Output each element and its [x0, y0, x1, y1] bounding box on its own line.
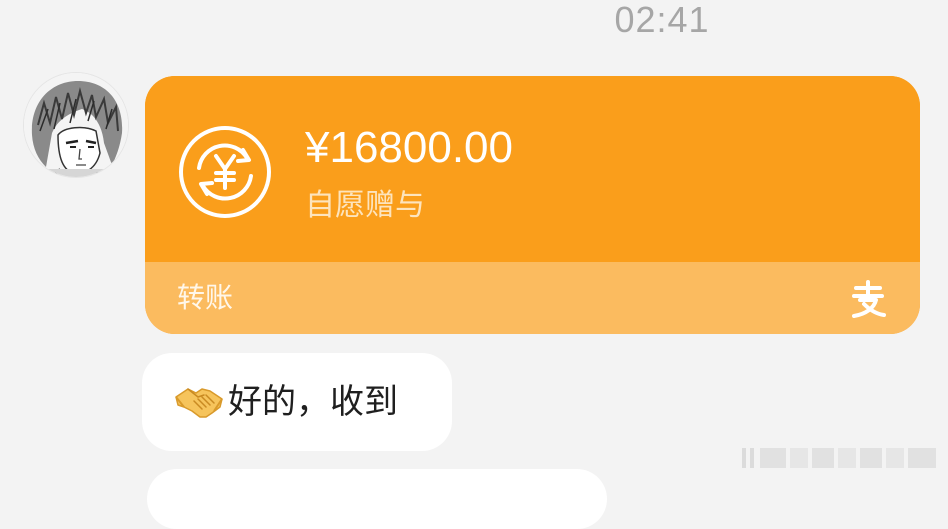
alipay-icon	[852, 280, 886, 318]
transfer-card[interactable]: ¥16800.00 自愿赠与 转账	[145, 76, 920, 334]
watermark-logo-icon	[742, 448, 936, 468]
yuan-exchange-icon	[179, 126, 271, 218]
avatar-illustration	[24, 73, 128, 177]
transfer-remark: 自愿赠与	[305, 188, 425, 223]
chat-message-text: 好的，收到	[228, 382, 398, 422]
transfer-type-label: 转账	[177, 281, 234, 314]
chat-message-bubble-partial[interactable]	[147, 469, 607, 529]
handshake-icon	[175, 388, 223, 418]
transfer-card-footer	[145, 262, 920, 334]
chat-message-bubble[interactable]: 好的，收到	[142, 353, 452, 451]
transfer-amount: ¥16800.00	[305, 123, 513, 172]
avatar[interactable]	[24, 73, 128, 177]
message-timestamp: 02:41	[614, 0, 710, 40]
